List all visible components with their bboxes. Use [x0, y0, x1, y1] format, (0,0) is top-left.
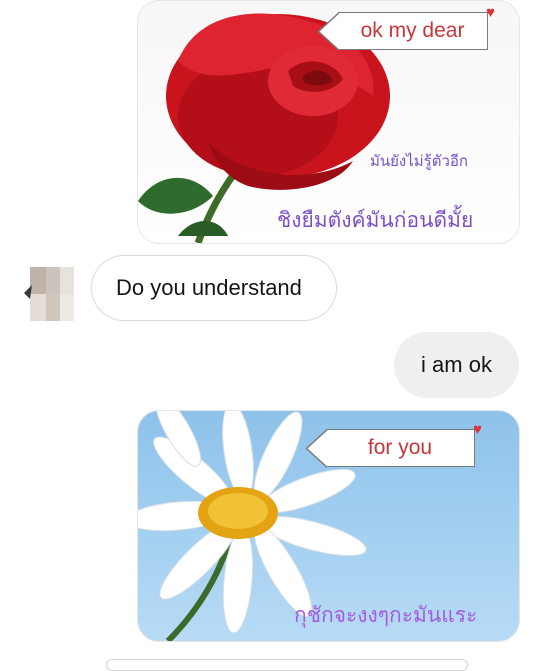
rose-sticker-message[interactable]: ok my dear ♥ มันยังไม่รู้ตัวอีก ชิงยืมตั… [137, 0, 520, 244]
thai-caption-small: มันยังไม่รู้ตัวอีก [370, 152, 468, 170]
heart-icon: ♥ [486, 4, 495, 21]
incoming-message-bubble[interactable]: Do you understand [91, 255, 337, 321]
tag-pointer-icon [317, 11, 339, 51]
ok-my-dear-tag: ok my dear ♥ [317, 4, 495, 51]
outgoing-message-bubble[interactable]: i am ok [394, 332, 519, 398]
avatar-image [24, 267, 74, 321]
ok-my-dear-text: ok my dear [360, 19, 465, 42]
bottom-bubble-edge [106, 659, 468, 671]
daisy-sticker-message[interactable]: for you ♥ กุชักจะงงๆกะมันแระ [137, 410, 520, 642]
for-you-text: for you [367, 436, 433, 459]
thai-caption-large: ชิงยืมตังค์มันก่อนดีมั้ย [277, 208, 474, 232]
heart-icon: ♥ [473, 421, 482, 438]
for-you-tag: for you ♥ [305, 421, 482, 468]
thai-caption-daisy: กุชักจะงงๆกะมันแระ [294, 603, 478, 627]
tag-pointer-icon [305, 428, 327, 468]
incoming-message-text: Do you understand [116, 275, 302, 300]
outgoing-message-text: i am ok [421, 352, 492, 377]
sender-avatar[interactable] [24, 267, 74, 321]
